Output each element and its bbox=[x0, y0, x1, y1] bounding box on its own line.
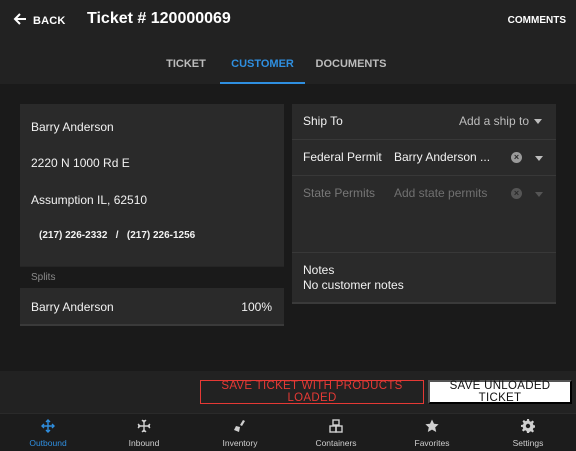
save-loaded-button[interactable]: SAVE TICKET WITH PRODUCTS LOADED bbox=[200, 380, 424, 404]
customer-name: Barry Anderson bbox=[31, 120, 114, 134]
notes-label: Notes bbox=[303, 263, 335, 277]
customer-phones: (217) 226-2332 / (217) 226-1256 bbox=[39, 230, 195, 241]
splits-header: Splits bbox=[20, 266, 284, 288]
chevron-down-icon[interactable] bbox=[535, 192, 543, 197]
action-bar: SAVE TICKET WITH PRODUCTS LOADED SAVE UN… bbox=[0, 371, 576, 413]
notes-section: Notes No customer notes bbox=[292, 252, 556, 302]
customer-panel: Barry Anderson 2220 N 1000 Rd E Assumpti… bbox=[0, 84, 576, 371]
back-label: BACK bbox=[33, 15, 66, 27]
nav-label: Outbound bbox=[29, 438, 67, 448]
chevron-down-icon bbox=[534, 118, 542, 124]
tab-documents[interactable]: DOCUMENTS bbox=[311, 44, 391, 84]
nav-inbound[interactable]: Inbound bbox=[96, 414, 192, 451]
nav-label: Inbound bbox=[128, 438, 160, 448]
federal-permit-row[interactable]: Federal Permit Barry Anderson ... × bbox=[292, 140, 556, 176]
notes-value: No customer notes bbox=[303, 278, 404, 292]
ship-to-label: Ship To bbox=[303, 114, 343, 128]
nav-label: Inventory bbox=[222, 438, 258, 448]
shipping-permits-card: Ship To Add a ship to Federal Permit Bar… bbox=[292, 104, 556, 302]
outbound-arrows-icon bbox=[41, 419, 55, 433]
clear-icon[interactable]: × bbox=[511, 188, 522, 199]
split-name: Barry Anderson bbox=[31, 300, 114, 314]
top-app-bar: BACK Ticket # 120000069 COMMENTS bbox=[0, 0, 576, 44]
chevron-down-icon[interactable] bbox=[535, 156, 543, 161]
card-divider bbox=[292, 302, 556, 304]
customer-street: 2220 N 1000 Rd E bbox=[31, 156, 130, 170]
inbound-arrows-icon bbox=[137, 419, 151, 433]
nav-outbound[interactable]: Outbound bbox=[0, 414, 96, 451]
federal-permit-value[interactable]: Barry Anderson ... bbox=[394, 150, 490, 164]
bottom-navigation: Outbound Inbound Inventory Containers Fa… bbox=[0, 413, 576, 451]
state-permits-placeholder[interactable]: Add state permits bbox=[394, 186, 504, 200]
customer-city-state-zip: Assumption IL, 62510 bbox=[31, 193, 148, 207]
save-unloaded-button[interactable]: SAVE UNLOADED TICKET bbox=[428, 380, 572, 404]
federal-permit-label: Federal Permit bbox=[303, 150, 382, 164]
nav-label: Containers bbox=[315, 438, 357, 448]
phone-primary[interactable]: (217) 226-2332 bbox=[39, 230, 107, 241]
back-button[interactable]: BACK bbox=[12, 11, 66, 31]
tab-bar: TICKET CUSTOMER DOCUMENTS bbox=[0, 44, 576, 84]
tab-customer[interactable]: CUSTOMER bbox=[220, 44, 305, 84]
page-title: Ticket # 120000069 bbox=[87, 10, 231, 27]
containers-icon bbox=[329, 419, 343, 433]
phone-separator: / bbox=[115, 230, 119, 241]
ship-to-row[interactable]: Ship To Add a ship to bbox=[292, 104, 556, 140]
nav-label: Settings bbox=[512, 438, 544, 448]
state-permits-label: State Permits bbox=[303, 186, 376, 200]
nav-favorites[interactable]: Favorites bbox=[384, 414, 480, 451]
nav-inventory[interactable]: Inventory bbox=[192, 414, 288, 451]
clear-icon[interactable]: × bbox=[511, 152, 522, 163]
comments-button[interactable]: COMMENTS bbox=[508, 15, 566, 26]
nav-label: Favorites bbox=[414, 438, 450, 448]
nav-settings[interactable]: Settings bbox=[480, 414, 576, 451]
nav-containers[interactable]: Containers bbox=[288, 414, 384, 451]
ship-to-dropdown[interactable]: Add a ship to bbox=[459, 114, 542, 128]
inventory-broom-icon bbox=[233, 419, 247, 433]
customer-info-card: Barry Anderson 2220 N 1000 Rd E Assumpti… bbox=[20, 104, 284, 266]
gear-icon bbox=[521, 419, 536, 433]
arrow-left-icon bbox=[12, 11, 28, 32]
ship-to-placeholder: Add a ship to bbox=[458, 114, 529, 128]
split-percent: 100% bbox=[241, 300, 272, 314]
split-row[interactable]: Barry Anderson 100% bbox=[20, 288, 284, 326]
tab-ticket[interactable]: TICKET bbox=[160, 44, 212, 84]
phone-secondary[interactable]: (217) 226-1256 bbox=[127, 230, 195, 241]
star-icon bbox=[425, 419, 439, 433]
state-permits-row[interactable]: State Permits Add state permits × bbox=[292, 176, 556, 212]
